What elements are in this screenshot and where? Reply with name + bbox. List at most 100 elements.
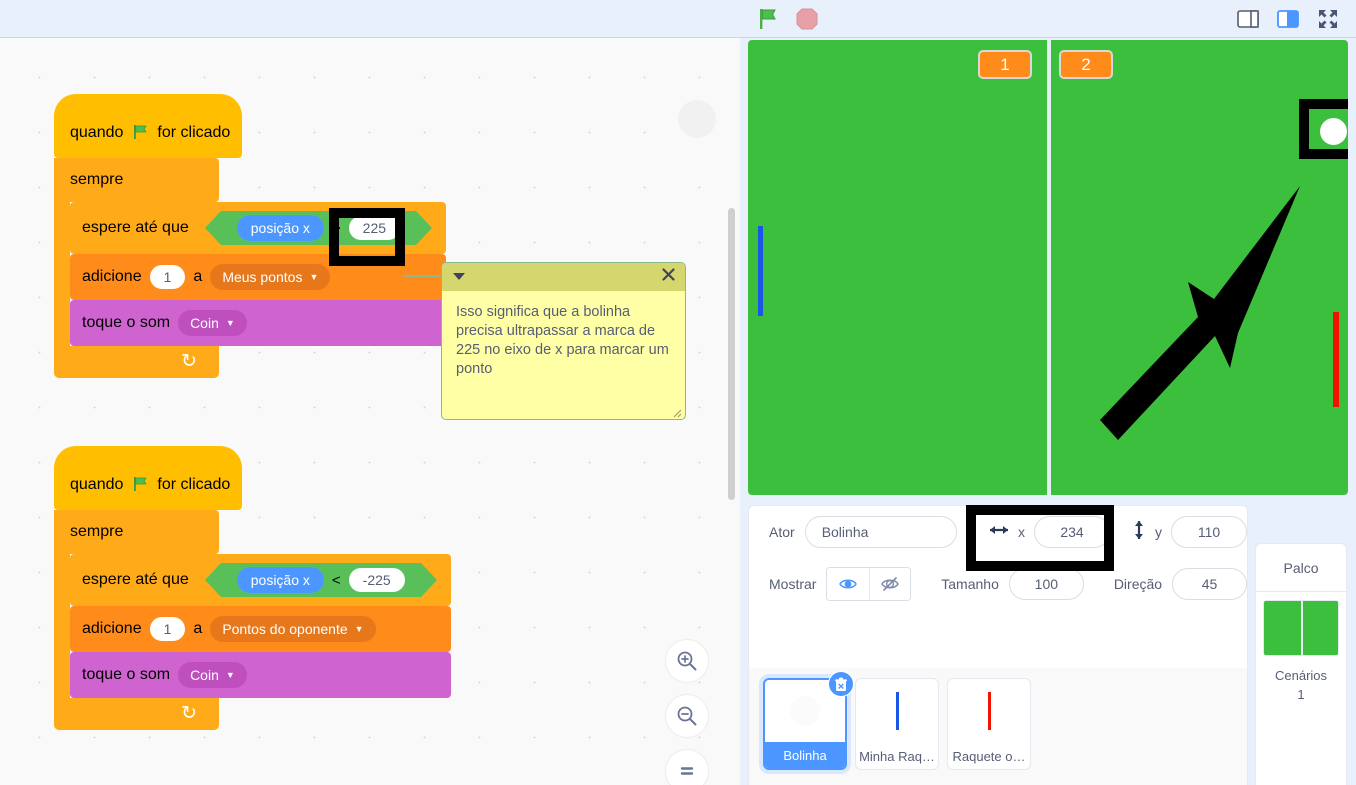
forever-label-2: sempre <box>70 523 124 540</box>
equals-icon <box>680 767 694 775</box>
highlight-rect-ball <box>1299 99 1348 159</box>
green-flag-button[interactable] <box>752 4 782 34</box>
change-label-1: adicione <box>82 268 142 285</box>
small-stage-layout-icon <box>1237 10 1259 28</box>
score-left-readout[interactable]: 1 <box>978 50 1032 79</box>
forever-label: sempre <box>70 171 124 188</box>
sprite-card-bolinha[interactable]: Bolinha <box>763 671 854 770</box>
stop-button[interactable] <box>792 4 822 34</box>
backdrops-count: 1 <box>1297 687 1305 702</box>
chevron-down-icon[interactable] <box>452 268 466 286</box>
change-label-2: adicione <box>82 620 142 637</box>
zoom-out-button[interactable] <box>665 694 709 738</box>
fullscreen-icon <box>1319 10 1337 28</box>
comment-text[interactable]: Isso significa que a bolinha precisa ult… <box>442 291 685 392</box>
chevron-down-icon: ▼ <box>309 272 319 282</box>
chevron-down-icon: ▼ <box>225 670 235 680</box>
when-flag-clicked-block-1[interactable]: quando for clicado <box>54 94 242 158</box>
loop-arrow-icon: ↻ <box>181 351 197 372</box>
direction-input[interactable]: 45 <box>1172 568 1248 600</box>
normal-stage-button[interactable] <box>1272 3 1304 35</box>
sound-dropdown-1[interactable]: Coin ▼ <box>178 310 247 336</box>
show-label: Mostrar <box>769 576 817 592</box>
forever-block-2[interactable]: sempre <box>54 510 219 554</box>
less-than-operator-2[interactable]: posição x < -225 <box>204 563 437 597</box>
workspace-decoration <box>678 100 716 138</box>
delete-sprite-button[interactable] <box>828 671 854 697</box>
x-position-reporter-2[interactable]: posição x <box>236 567 324 593</box>
wait-until-block-2[interactable]: espere até que posição x < -225 <box>70 554 451 609</box>
show-sprite-button[interactable] <box>827 568 869 600</box>
stage-thumbnail[interactable] <box>1263 600 1339 656</box>
stage-selector-pane[interactable]: Palco Cenários 1 <box>1255 543 1347 785</box>
c-arm-1 <box>54 202 70 346</box>
sprite-card-minha-raquete[interactable]: Minha Raq… <box>855 678 939 770</box>
highlight-rect-x-field <box>966 505 1114 571</box>
variable-dropdown-1[interactable]: Meus pontos ▼ <box>210 264 331 290</box>
hat-label-post-2: for clicado <box>157 476 231 493</box>
visibility-toggle-group <box>826 567 912 601</box>
right-paddle-sprite[interactable] <box>1333 312 1339 407</box>
hat-label-pre: quando <box>70 124 124 141</box>
sprite-card-label: Raquete o… <box>952 748 1026 764</box>
direction-label: Direção <box>1113 576 1163 592</box>
change-amount-input-2[interactable]: 1 <box>149 617 186 641</box>
sprite-card-label: Minha Raq… <box>859 748 935 764</box>
change-by-label-1: a <box>193 268 203 285</box>
small-stage-button[interactable] <box>1232 3 1264 35</box>
play-sound-label-2: toque o som <box>82 666 171 683</box>
chevron-down-icon: ▼ <box>225 318 235 328</box>
variable-name-1: Meus pontos <box>222 269 303 285</box>
forever-block-1[interactable]: sempre <box>54 158 219 202</box>
center-net-line <box>1047 40 1051 495</box>
stage[interactable]: 1 2 <box>748 40 1348 495</box>
play-sound-block-1[interactable]: toque o som Coin ▼ <box>70 300 447 349</box>
sound-dropdown-2[interactable]: Coin ▼ <box>178 662 247 688</box>
forever-footer-1: ↻ <box>54 346 219 378</box>
eye-hidden-icon <box>881 576 899 592</box>
size-input[interactable]: 100 <box>1008 568 1084 600</box>
score-right-readout[interactable]: 2 <box>1059 50 1113 79</box>
stage-container: 1 2 <box>748 40 1348 495</box>
close-icon[interactable] <box>662 268 675 286</box>
play-sound-block-2[interactable]: toque o som Coin ▼ <box>70 652 451 701</box>
change-amount-input-1[interactable]: 1 <box>149 265 186 289</box>
workspace-comment[interactable]: Isso significa que a bolinha precisa ult… <box>441 262 686 420</box>
stage-and-sprites-panel: 1 2 Ator Bolinha x 234 y 110 Mostrar Tam… <box>740 38 1356 785</box>
operand-input-2[interactable]: -225 <box>348 568 405 592</box>
forever-label-row: sempre <box>70 158 219 202</box>
when-flag-clicked-block-2[interactable]: quando for clicado <box>54 446 242 510</box>
forever-footer-2: ↻ <box>54 698 219 730</box>
sprite-thumbnail-red-paddle <box>948 679 1030 743</box>
play-sound-label-1: toque o som <box>82 314 171 331</box>
y-field-group: y 110 <box>1132 516 1247 548</box>
comment-header[interactable] <box>442 263 685 291</box>
forever-label-row-2: sempre <box>70 510 219 554</box>
change-variable-block-2[interactable]: adicione 1 a Pontos do oponente ▼ <box>70 606 451 655</box>
sound-name-2: Coin <box>190 667 219 683</box>
direction-arrow-annotation <box>1100 186 1300 440</box>
fullscreen-button[interactable] <box>1312 3 1344 35</box>
chevron-down-icon: ▼ <box>354 624 364 634</box>
zoom-out-icon <box>677 706 697 726</box>
x-position-reporter-1[interactable]: posição x <box>236 215 324 241</box>
scratch-editor: quando for clicado sempre espere até que… <box>0 0 1356 785</box>
zoom-in-icon <box>677 651 697 671</box>
comment-resize-handle[interactable] <box>670 405 682 418</box>
variable-dropdown-2[interactable]: Pontos do oponente ▼ <box>210 616 376 642</box>
zoom-reset-button[interactable] <box>665 749 709 785</box>
change-by-label-2: a <box>193 620 203 637</box>
hide-sprite-button[interactable] <box>868 568 911 600</box>
green-flag-icon <box>131 123 149 143</box>
highlight-rect-operand <box>329 208 405 266</box>
zoom-in-button[interactable] <box>665 639 709 683</box>
code-workspace[interactable]: quando for clicado sempre espere até que… <box>0 38 740 785</box>
script-2[interactable]: quando for clicado sempre espere até que… <box>54 446 451 730</box>
y-input[interactable]: 110 <box>1171 516 1247 548</box>
left-paddle-sprite[interactable] <box>758 226 763 316</box>
normal-stage-layout-icon <box>1277 10 1299 28</box>
sprite-card-raquete-oponente[interactable]: Raquete o… <box>947 678 1031 770</box>
wait-until-label: espere até que <box>82 219 189 236</box>
sprite-name-input[interactable]: Bolinha <box>804 516 957 548</box>
workspace-vertical-scrollbar[interactable] <box>728 208 735 500</box>
